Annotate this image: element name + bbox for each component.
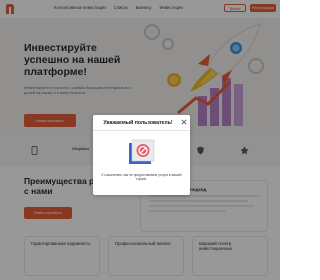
dialog-divider <box>93 130 190 131</box>
region-restriction-dialog: Уважаемый пользователь! К сожалению, мы … <box>93 115 190 195</box>
no-entry-sign-icon <box>129 139 155 164</box>
dialog-message: К сожалению, мы не предоставляем услуги … <box>101 173 182 182</box>
close-icon[interactable] <box>181 119 187 125</box>
dialog-title: Уважаемый пользователь! <box>103 120 173 126</box>
